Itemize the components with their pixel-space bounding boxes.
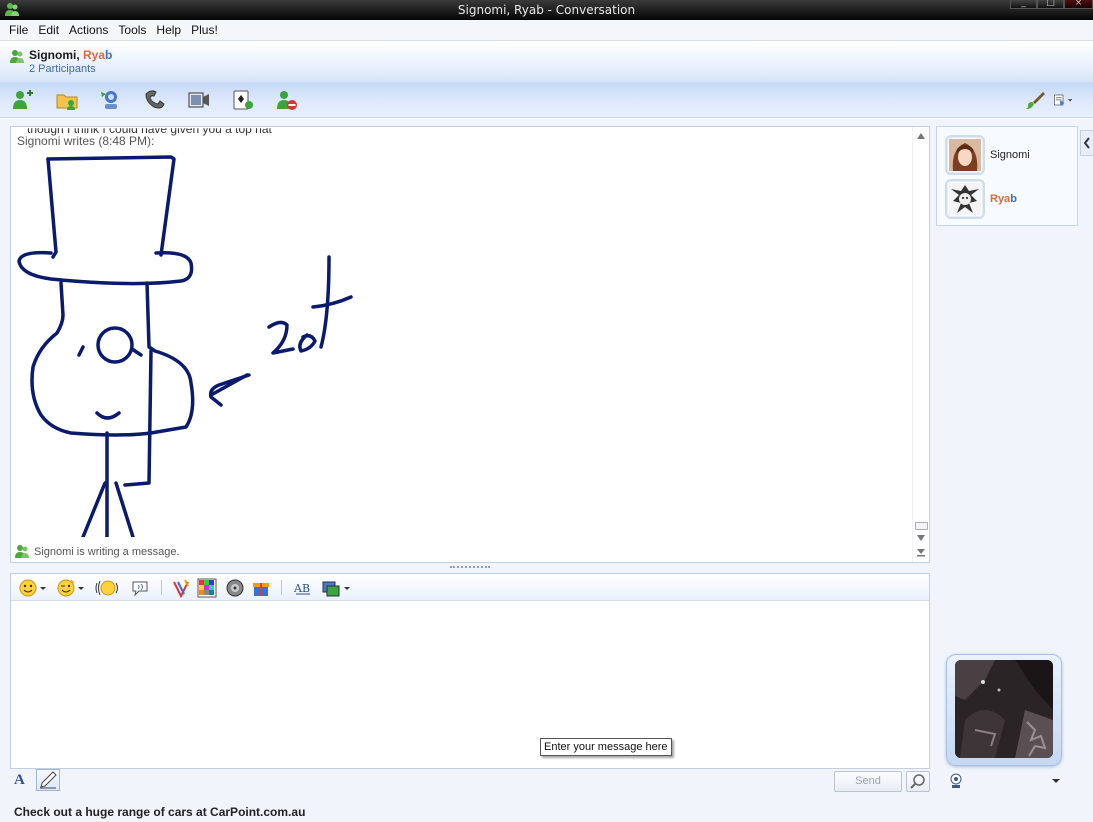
message-input-panel: AB: [10, 573, 930, 769]
window-title: Signomi, Ryab - Conversation: [457, 3, 636, 17]
participant-ryab[interactable]: Ryab: [945, 179, 1075, 219]
display-picture-menu-icon[interactable]: [1052, 779, 1060, 783]
avatar: [945, 179, 985, 219]
wink-icon: [57, 579, 75, 597]
participant-name: Ryab: [990, 193, 1017, 205]
display-picture-frame[interactable]: [946, 654, 1062, 766]
search-button[interactable]: [906, 771, 930, 792]
wink-button[interactable]: [57, 578, 84, 598]
title-bar: Signomi, Ryab - Conversation _ □ ×: [0, 0, 1093, 20]
name-ryab-part2: b: [105, 48, 113, 62]
conversation-history[interactable]: though I think I could have given you a …: [10, 126, 930, 563]
name-signomi: Signomi,: [29, 48, 80, 62]
scroll-to-end-icon[interactable]: [916, 548, 926, 557]
background-button[interactable]: [197, 578, 217, 598]
emoticon-button[interactable]: [19, 578, 46, 598]
pane-splitter[interactable]: [450, 566, 490, 569]
menu-actions[interactable]: Actions: [64, 23, 113, 37]
display-picture: [955, 660, 1053, 758]
voice-clip-button[interactable]: [131, 578, 149, 598]
scroll-thumb[interactable]: [915, 522, 928, 530]
menu-plus[interactable]: Plus!: [186, 23, 223, 37]
participant-count[interactable]: 2 Participants: [29, 63, 96, 75]
menu-tools[interactable]: Tools: [113, 23, 151, 37]
minimize-button[interactable]: _: [1010, 0, 1037, 9]
menu-file[interactable]: File: [4, 23, 33, 37]
menu-help[interactable]: Help: [151, 23, 186, 37]
history-scrollbar[interactable]: [912, 127, 929, 562]
send-files-icon[interactable]: [55, 88, 79, 112]
avatar-image-icon: [949, 139, 981, 171]
voice-call-icon[interactable]: [143, 88, 167, 112]
name-ryab-part1: Rya: [83, 48, 106, 62]
close-button[interactable]: ×: [1064, 0, 1093, 9]
handwritten-drawing: [17, 155, 353, 537]
participant-signomi[interactable]: Signomi: [945, 135, 1075, 175]
participant-list: Signomi Ryab: [936, 126, 1078, 226]
scroll-down-icon[interactable]: [917, 535, 925, 541]
contacts-icon: [10, 50, 24, 63]
typing-status: Signomi is writing a message.: [14, 543, 180, 561]
participant-name: Signomi: [990, 149, 1030, 161]
send-button[interactable]: Send: [834, 771, 902, 792]
avatar: [945, 135, 985, 175]
collapse-panel-button[interactable]: [1080, 130, 1093, 156]
message-textarea[interactable]: [11, 602, 929, 768]
maximize-button[interactable]: □: [1037, 0, 1064, 9]
nudge-button[interactable]: [95, 578, 121, 598]
gift-button[interactable]: [251, 578, 271, 598]
input-tooltip: Enter your message here: [540, 738, 672, 756]
invite-contact-icon[interactable]: [11, 88, 35, 112]
main-toolbar: [0, 82, 1093, 118]
emoticon-icon: [19, 579, 37, 597]
webcam-share-icon[interactable]: [99, 88, 123, 112]
pen-icon: [40, 771, 57, 789]
conversation-header: Signomi, Ryab 2 Participants: [0, 42, 1093, 82]
message-header: Signomi writes (8:48 PM):: [17, 134, 155, 148]
sound-icon: [226, 579, 244, 597]
paint-brush-icon[interactable]: [1025, 90, 1045, 110]
sound-button[interactable]: [225, 578, 245, 598]
search-icon: [910, 774, 925, 789]
contact-status-icon: [15, 545, 29, 558]
font-icon: [173, 579, 189, 598]
menu-bar: File Edit Actions Tools Help Plus!: [0, 20, 1093, 41]
format-toolbar: AB: [11, 574, 929, 601]
voice-clip-icon: [132, 581, 148, 597]
text-mode-icon[interactable]: A: [14, 772, 32, 790]
change-display-icon: [322, 581, 340, 597]
scroll-up-icon[interactable]: [917, 133, 925, 139]
webcam-icon[interactable]: [949, 773, 963, 789]
block-contact-icon[interactable]: [275, 88, 299, 112]
background-icon: [197, 578, 217, 598]
games-icon[interactable]: [231, 88, 255, 112]
font-button[interactable]: [171, 578, 191, 598]
typing-status-text: Signomi is writing a message.: [34, 546, 180, 558]
show-menu-icon[interactable]: [1053, 90, 1073, 110]
chevron-left-icon: [1083, 137, 1090, 149]
change-display-button[interactable]: [321, 578, 350, 598]
nudge-icon: [95, 580, 118, 596]
display-picture-image: [955, 660, 1053, 758]
handwriting-icon: AB: [293, 582, 310, 595]
gift-icon: [253, 583, 269, 596]
handwriting-button[interactable]: AB: [293, 578, 313, 598]
svg-text:AB: AB: [293, 582, 310, 595]
video-call-icon[interactable]: [187, 88, 211, 112]
avatar-image-icon: [949, 183, 981, 215]
participant-names[interactable]: Signomi, Ryab: [29, 48, 112, 62]
menu-edit[interactable]: Edit: [33, 23, 64, 37]
ad-link[interactable]: Check out a huge range of cars at CarPoi…: [14, 805, 305, 819]
handwriting-mode-button[interactable]: [36, 769, 60, 791]
window-controls: _ □ ×: [1010, 0, 1093, 20]
